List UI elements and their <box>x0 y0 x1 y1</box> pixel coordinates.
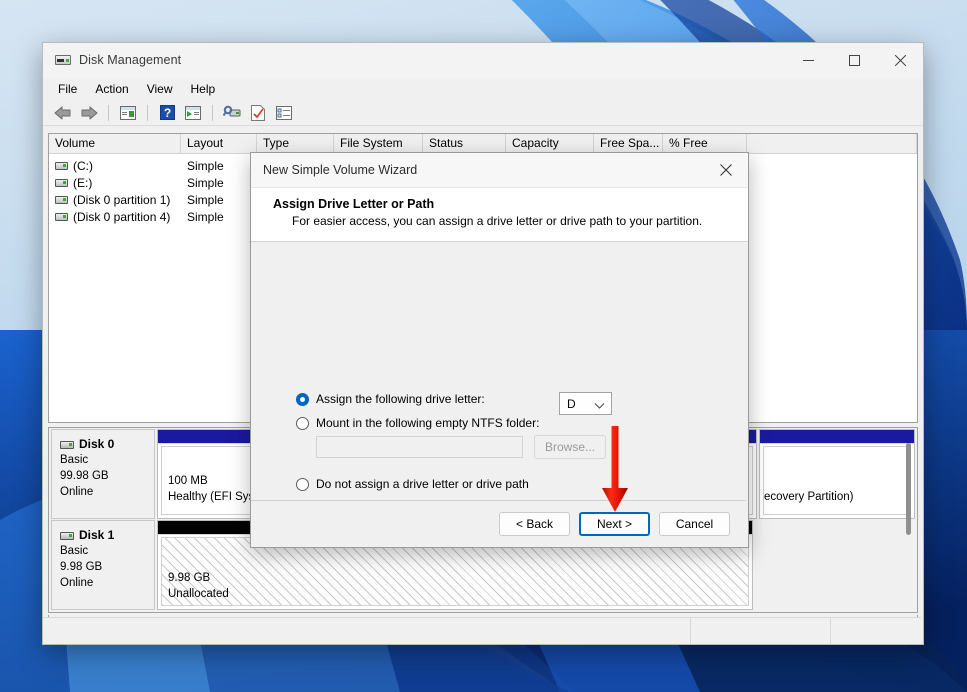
properties-icon[interactable] <box>246 102 270 124</box>
radio-indicator-selected <box>296 392 309 406</box>
cell-layout: Simple <box>187 209 224 224</box>
wizard-subheading: For easier access, you can assign a driv… <box>292 214 703 228</box>
ntfs-folder-input[interactable] <box>316 436 523 458</box>
disk-name: Disk 0 <box>79 437 115 451</box>
cell-layout: Simple <box>187 158 224 173</box>
partition-recovery[interactable]: ecovery Partition) <box>759 429 915 519</box>
column-header-type[interactable]: Type <box>257 134 334 153</box>
chevron-down-icon <box>594 399 605 413</box>
help-icon[interactable]: ? <box>155 102 179 124</box>
disk-name: Disk 1 <box>79 528 115 542</box>
toolbar-separator <box>212 104 213 121</box>
menu-item-file[interactable]: File <box>49 80 86 98</box>
status-segment-main <box>43 618 691 644</box>
menu-item-action[interactable]: Action <box>86 80 137 98</box>
status-bar <box>43 617 921 644</box>
back-button[interactable]: < Back <box>499 512 570 536</box>
partition-detail: ecovery Partition) <box>763 446 911 515</box>
column-header-layout[interactable]: Layout <box>181 134 257 153</box>
radio-mount-ntfs-folder[interactable]: Mount in the following empty NTFS folder… <box>296 416 539 430</box>
cell-volume: (Disk 0 partition 1) <box>73 192 171 207</box>
show-hide-console-tree-icon[interactable] <box>116 102 140 124</box>
partition-status: Unallocated <box>168 588 229 600</box>
disk-drive-icon <box>55 52 71 68</box>
column-header-volume[interactable]: Volume <box>49 134 181 153</box>
back-arrow-icon[interactable] <box>51 102 75 124</box>
volume-list-header: Volume Layout Type File System Status Ca… <box>49 134 917 154</box>
volume-icon <box>55 179 68 188</box>
red-down-arrow-icon <box>598 424 632 521</box>
disk-size: 99.98 GB <box>60 470 109 482</box>
disk-size: 9.98 GB <box>60 561 103 573</box>
cell-volume: (E:) <box>73 175 93 190</box>
forward-arrow-icon[interactable] <box>77 102 101 124</box>
radio-label-assign-drive-letter: Assign the following drive letter: <box>316 392 485 406</box>
cell-volume: (C:) <box>73 158 93 173</box>
wizard-titlebar: New Simple Volume Wizard <box>251 153 748 187</box>
column-header-spacer <box>747 134 917 153</box>
status-segment-3 <box>831 618 921 644</box>
close-button[interactable] <box>877 43 923 77</box>
menubar: File Action View Help <box>43 78 923 100</box>
radio-indicator <box>296 416 309 430</box>
wizard-header: Assign Drive Letter or Path For easier a… <box>251 187 748 242</box>
rescan-disks-icon[interactable] <box>220 102 244 124</box>
wizard-close-button[interactable] <box>704 153 748 187</box>
wizard-title: New Simple Volume Wizard <box>263 163 418 177</box>
partition-color-bar <box>760 430 914 444</box>
partition-size: 9.98 GB <box>168 572 211 584</box>
wizard-footer: < Back Next > Cancel <box>251 500 746 547</box>
menu-item-help[interactable]: Help <box>182 80 225 98</box>
cancel-button[interactable]: Cancel <box>659 512 730 536</box>
volume-icon <box>55 213 68 222</box>
wizard-body: Assign the following drive letter: D Mou… <box>251 242 748 498</box>
toolbar-separator <box>147 104 148 121</box>
maximize-button[interactable] <box>831 43 877 77</box>
disk-info-0[interactable]: Disk 0 Basic 99.98 GB Online <box>51 429 155 519</box>
volume-icon <box>55 196 68 205</box>
svg-text:?: ? <box>163 106 170 120</box>
column-header-capacity[interactable]: Capacity <box>506 134 594 153</box>
cell-layout: Simple <box>187 192 224 207</box>
window-controls <box>785 43 923 77</box>
disk-status: Online <box>60 577 94 589</box>
radio-do-not-assign[interactable]: Do not assign a drive letter or drive pa… <box>296 477 529 491</box>
disk-info-1[interactable]: Disk 1 Basic 9.98 GB Online <box>51 520 155 610</box>
cell-layout: Simple <box>187 175 224 190</box>
partition-status: ecovery Partition) <box>764 491 854 503</box>
wizard-heading: Assign Drive Letter or Path <box>273 197 435 211</box>
radio-indicator <box>296 477 309 491</box>
cell-volume: (Disk 0 partition 4) <box>73 209 171 224</box>
new-simple-volume-wizard-dialog: New Simple Volume Wizard Assign Drive Le… <box>250 152 749 548</box>
minimize-button[interactable] <box>785 43 831 77</box>
show-hide-action-pane-icon[interactable] <box>181 102 205 124</box>
column-header-percent-free[interactable]: % Free <box>663 134 747 153</box>
toolbar-separator <box>108 104 109 121</box>
disk-icon <box>60 531 74 540</box>
disk-type: Basic <box>60 545 89 557</box>
window-titlebar: Disk Management <box>43 43 923 78</box>
drive-letter-select[interactable]: D <box>559 392 612 415</box>
status-segment-2 <box>691 618 832 644</box>
volume-icon <box>55 162 68 171</box>
disk-type: Basic <box>60 454 89 466</box>
column-header-file-system[interactable]: File System <box>334 134 423 153</box>
disk-icon <box>60 440 74 449</box>
radio-assign-drive-letter[interactable]: Assign the following drive letter: <box>296 392 485 406</box>
radio-label-mount-ntfs-folder: Mount in the following empty NTFS folder… <box>316 416 540 430</box>
drive-letter-value: D <box>567 396 576 411</box>
toolbar: ? <box>43 100 923 126</box>
column-header-status[interactable]: Status <box>423 134 506 153</box>
list-view-icon[interactable] <box>272 102 296 124</box>
window-title: Disk Management <box>79 53 182 67</box>
browse-button[interactable]: Browse... <box>534 435 606 459</box>
disk-status: Online <box>60 486 94 498</box>
menu-item-view[interactable]: View <box>138 80 182 98</box>
radio-label-do-not-assign: Do not assign a drive letter or drive pa… <box>316 477 529 491</box>
column-header-free-space[interactable]: Free Spa... <box>594 134 663 153</box>
